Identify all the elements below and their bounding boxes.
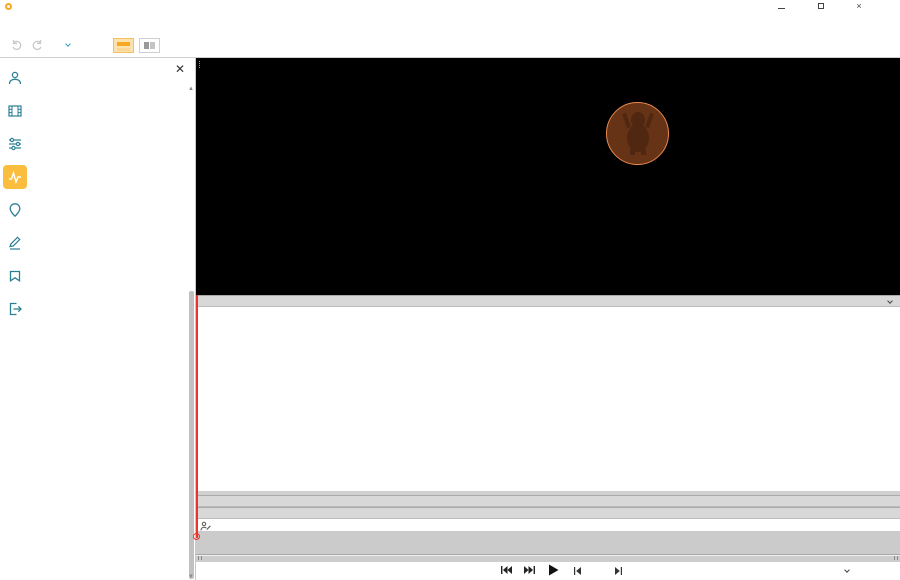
waveform-icon [7, 169, 23, 185]
location-pin-icon [7, 202, 23, 218]
scroll-up-icon[interactable]: ▲ [188, 86, 194, 92]
imotions-logo-icon [5, 3, 12, 10]
maximize-button[interactable] [810, 0, 832, 14]
play-button[interactable] [548, 564, 559, 576]
nav-aoi[interactable] [3, 198, 27, 222]
annotation-author-icon [200, 521, 211, 532]
bookmark-icon [7, 268, 23, 284]
timeline-ruler[interactable] [196, 532, 900, 555]
chevron-down-icon [844, 567, 850, 573]
sliders-icon [7, 136, 23, 152]
transport-bar [196, 562, 900, 580]
nav-signals[interactable] [3, 165, 27, 189]
exit-export-icon [7, 301, 23, 317]
film-icon [7, 103, 23, 119]
scroll-down-icon[interactable]: ▼ [188, 574, 194, 580]
main-tabs [0, 14, 900, 33]
minimize-button[interactable] [770, 0, 792, 14]
chevron-down-icon [887, 298, 893, 304]
nav-annotations[interactable] [3, 231, 27, 255]
playhead-handle[interactable] [193, 533, 200, 540]
panel-scrollbar[interactable]: ▲ ▼ [188, 86, 194, 580]
nav-rail [0, 58, 30, 580]
layout-horizontal-button[interactable] [113, 38, 134, 53]
nav-recordings[interactable] [3, 99, 27, 123]
nav-export[interactable] [3, 297, 27, 321]
person-icon [7, 70, 23, 86]
window-title [18, 2, 28, 11]
scrollbar-grip-right[interactable] [894, 556, 898, 560]
playback-speed-dropdown[interactable] [841, 567, 849, 576]
drag-grip-icon [199, 61, 202, 68]
nav-sensors[interactable] [3, 132, 27, 156]
previous-stimulus-button[interactable] [501, 565, 512, 575]
playhead-line[interactable] [196, 295, 198, 538]
signals-panel-groups [30, 86, 188, 580]
signal-tracks [196, 307, 900, 491]
annotation-row [196, 519, 900, 532]
aoi-gorilla[interactable] [606, 102, 669, 165]
annotations-section-header [196, 507, 900, 519]
stimulus-viewport [196, 58, 900, 295]
ct-scan-image [196, 58, 900, 295]
step-forward-button[interactable] [615, 567, 622, 575]
close-window-button[interactable]: × [848, 0, 870, 14]
undo-icon[interactable] [10, 38, 24, 52]
layout-vertical-button[interactable] [139, 38, 160, 53]
redo-icon[interactable] [30, 38, 44, 52]
next-stimulus-button[interactable] [524, 565, 535, 575]
gorilla-silhouette [618, 108, 658, 156]
close-panel-icon[interactable]: ✕ [174, 64, 186, 76]
signals-panel: ✕ ▲ ▼ [30, 58, 196, 580]
scrollbar-grip-left[interactable] [198, 556, 202, 560]
toolbar [0, 33, 900, 58]
chevron-down-icon [65, 41, 71, 47]
chart-size-dropdown[interactable] [884, 298, 892, 307]
markers-section-header [196, 495, 900, 507]
step-back-button[interactable] [574, 567, 581, 575]
stimulus-label[interactable] [199, 60, 211, 69]
panels-dropdown[interactable] [62, 40, 70, 50]
nav-participants[interactable] [3, 66, 27, 90]
timeline-scrollbar-thumb[interactable] [196, 556, 900, 562]
timeline-scrollbar[interactable] [196, 555, 900, 562]
app-window: × [0, 0, 900, 580]
nav-markers[interactable] [3, 264, 27, 288]
signals-section-header [196, 295, 900, 307]
pencil-icon [7, 235, 23, 251]
title-bar: × [0, 0, 900, 14]
